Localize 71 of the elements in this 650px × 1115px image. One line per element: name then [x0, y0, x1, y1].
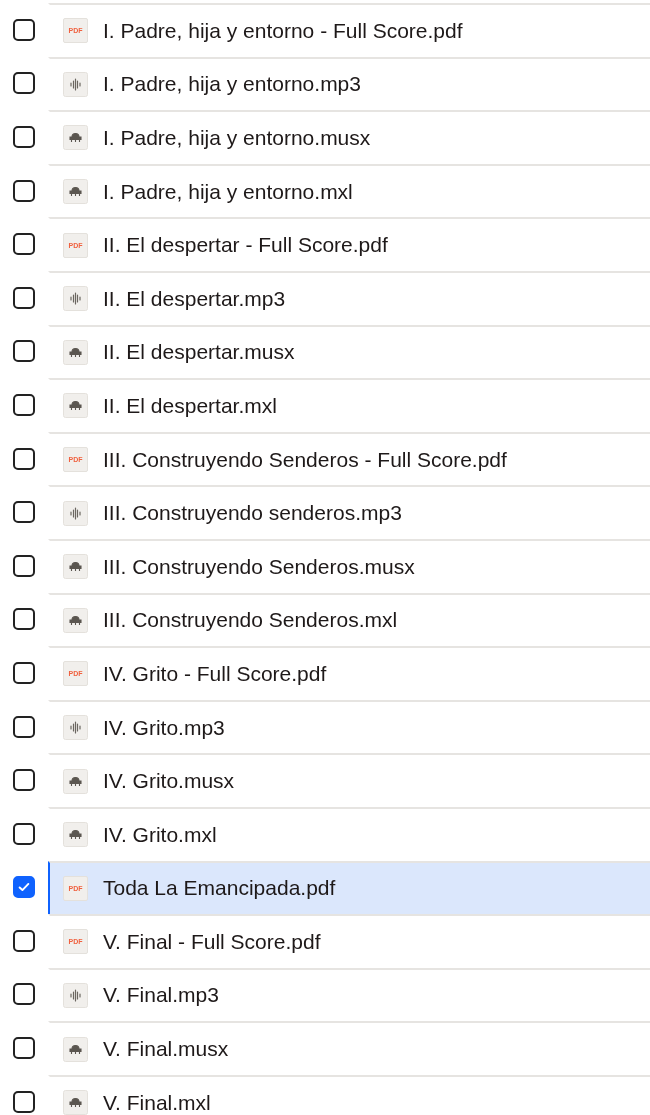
saucer-file-icon: [63, 339, 88, 365]
saucer-file-icon: [63, 607, 88, 633]
file-name: V. Final - Full Score.pdf: [103, 929, 321, 954]
saucer-file-icon: [63, 554, 88, 580]
saucer-file-icon: [63, 822, 88, 848]
checkbox[interactable]: [13, 72, 35, 95]
checkbox[interactable]: [13, 769, 35, 792]
file-name: V. Final.mp3: [103, 983, 219, 1008]
file-name: I. Padre, hija y entorno - Full Score.pdf: [103, 18, 463, 43]
checkbox[interactable]: [13, 233, 35, 256]
checkbox[interactable]: [13, 286, 35, 309]
file-name: IV. Grito.mxl: [103, 822, 217, 847]
checkbox[interactable]: [13, 126, 35, 148]
checkbox[interactable]: [13, 1090, 35, 1113]
waveform-file-icon: [63, 983, 88, 1008]
file-row[interactable]: III. Construyendo Senderos.musx: [48, 538, 650, 593]
file-name: III. Construyendo senderos.mp3: [103, 501, 402, 526]
checkbox[interactable]: [13, 661, 35, 684]
file-row[interactable]: II. El despertar.mxl: [48, 378, 650, 432]
file-row[interactable]: V. Final.musx: [48, 1021, 650, 1075]
checkbox[interactable]: [13, 983, 35, 1006]
checkbox[interactable]: [13, 554, 35, 577]
checkbox[interactable]: [13, 501, 35, 524]
file-name: IV. Grito - Full Score.pdf: [103, 661, 327, 686]
file-row[interactable]: IV. Grito.musx: [48, 753, 650, 807]
checkbox[interactable]: [13, 393, 35, 416]
file-row[interactable]: I. Padre, hija y entorno.musx: [48, 110, 650, 164]
saucer-file-icon: [63, 1090, 88, 1115]
file-row[interactable]: II. El despertar.musx: [48, 324, 650, 379]
waveform-file-icon: [63, 500, 88, 526]
checkbox[interactable]: [13, 876, 35, 899]
file-row[interactable]: III. Construyendo senderos.mp3: [48, 485, 650, 539]
checkbox[interactable]: [13, 447, 35, 470]
file-name: Toda La Emancipada.pdf: [103, 876, 336, 901]
saucer-file-icon: [63, 1036, 88, 1062]
file-row[interactable]: I. Padre, hija y entorno.mxl: [48, 163, 650, 218]
file-name: III. Construyendo Senderos.mxl: [103, 608, 398, 633]
checkbox[interactable]: [13, 179, 35, 202]
waveform-file-icon: [63, 715, 88, 740]
file-name: I. Padre, hija y entorno.musx: [103, 126, 371, 150]
checkbox[interactable]: [13, 822, 35, 845]
file-name: II. El despertar - Full Score.pdf: [103, 233, 388, 258]
file-row[interactable]: I. Padre, hija y entorno.mp3: [48, 56, 650, 111]
waveform-file-icon: [63, 71, 88, 97]
waveform-file-icon: [63, 286, 88, 312]
saucer-file-icon: [63, 179, 88, 205]
file-row[interactable]: IV. Grito.mp3: [48, 699, 650, 754]
file-name: III. Construyendo Senderos.musx: [103, 554, 415, 579]
file-name: I. Padre, hija y entorno.mp3: [103, 72, 361, 97]
file-name: IV. Grito.musx: [103, 769, 235, 794]
checkbox[interactable]: [13, 715, 35, 738]
checkbox[interactable]: [13, 608, 35, 631]
file-name: V. Final.musx: [103, 1037, 229, 1062]
file-name: IV. Grito.mp3: [103, 715, 225, 740]
file-row[interactable]: III. Construyendo Senderos.mxl: [48, 592, 650, 647]
file-name: V. Final.mxl: [103, 1090, 211, 1115]
file-row[interactable]: II. El despertar.mp3: [48, 270, 650, 325]
file-row[interactable]: V. Final.mp3: [48, 967, 650, 1022]
checkbox[interactable]: [13, 1037, 35, 1060]
file-name: II. El despertar.musx: [103, 340, 295, 365]
checkbox[interactable]: [13, 929, 35, 952]
file-row[interactable]: V. Final.mxl: [48, 1074, 650, 1115]
file-name: I. Padre, hija y entorno.mxl: [103, 179, 353, 204]
checkbox[interactable]: [13, 18, 35, 41]
file-name: II. El despertar.mp3: [103, 286, 286, 311]
file-name: II. El despertar.mxl: [103, 393, 277, 418]
file-name: III. Construyendo Senderos - Full Score.pdf: [103, 447, 507, 472]
saucer-file-icon: [63, 768, 88, 794]
checkbox[interactable]: [13, 340, 35, 363]
saucer-file-icon: [63, 125, 88, 151]
saucer-file-icon: [63, 393, 88, 419]
